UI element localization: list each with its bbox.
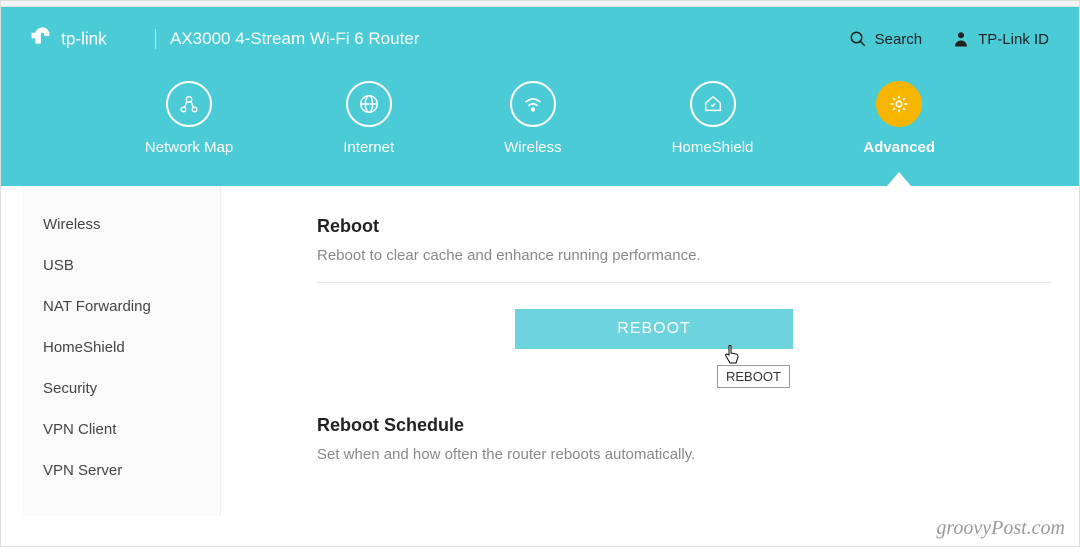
sidebar-item-wireless[interactable]: Wireless xyxy=(23,204,220,245)
network-map-icon xyxy=(166,81,212,127)
reboot-button[interactable]: REBOOT xyxy=(515,309,793,349)
sidebar-item-vpn-server[interactable]: VPN Server xyxy=(23,450,220,491)
divider xyxy=(317,282,1051,283)
sidebar-item-security[interactable]: Security xyxy=(23,368,220,409)
sidebar-item-vpn-client[interactable]: VPN Client xyxy=(23,409,220,450)
watermark: groovyPost.com xyxy=(936,517,1065,540)
tplink-logo: tp-link xyxy=(31,25,141,53)
homeshield-icon xyxy=(690,81,736,127)
nav-label: HomeShield xyxy=(672,139,754,156)
user-icon xyxy=(952,30,970,48)
nav-network-map[interactable]: Network Map xyxy=(145,81,233,156)
model-name: AX3000 4-Stream Wi-Fi 6 Router xyxy=(155,29,419,49)
gear-icon xyxy=(876,81,922,127)
nav-label: Advanced xyxy=(863,139,935,156)
svg-text:tp-link: tp-link xyxy=(61,29,107,48)
nav-internet[interactable]: Internet xyxy=(343,81,394,156)
page-header: tp-link AX3000 4-Stream Wi-Fi 6 Router S… xyxy=(1,7,1079,186)
header-top: tp-link AX3000 4-Stream Wi-Fi 6 Router S… xyxy=(31,25,1049,81)
schedule-desc: Set when and how often the router reboot… xyxy=(317,446,1051,463)
sidebar: Wireless USB NAT Forwarding HomeShield S… xyxy=(23,186,221,516)
nav-label: Network Map xyxy=(145,139,233,156)
sidebar-item-homeshield[interactable]: HomeShield xyxy=(23,327,220,368)
reboot-row: REBOOT REBOOT xyxy=(317,309,1051,349)
account-action[interactable]: TP-Link ID xyxy=(952,30,1049,48)
schedule-title: Reboot Schedule xyxy=(317,415,1051,436)
sidebar-item-nat[interactable]: NAT Forwarding xyxy=(23,286,220,327)
nav-label: Internet xyxy=(343,139,394,156)
main-nav: Network Map Internet Wireless HomeShield… xyxy=(31,81,1049,186)
wifi-icon xyxy=(510,81,556,127)
nav-label: Wireless xyxy=(504,139,562,156)
reboot-schedule-section: Reboot Schedule Set when and how often t… xyxy=(317,415,1051,463)
search-label: Search xyxy=(875,31,923,48)
nav-advanced[interactable]: Advanced xyxy=(863,81,935,156)
reboot-desc: Reboot to clear cache and enhance runnin… xyxy=(317,247,1051,264)
globe-icon xyxy=(346,81,392,127)
brand: tp-link AX3000 4-Stream Wi-Fi 6 Router xyxy=(31,25,419,53)
reboot-title: Reboot xyxy=(317,216,1051,237)
reboot-section: Reboot Reboot to clear cache and enhance… xyxy=(317,216,1051,349)
sidebar-item-usb[interactable]: USB xyxy=(23,245,220,286)
search-action[interactable]: Search xyxy=(849,30,923,48)
reboot-tooltip: REBOOT xyxy=(717,365,790,388)
header-actions: Search TP-Link ID xyxy=(849,30,1049,48)
main-content: Reboot Reboot to clear cache and enhance… xyxy=(221,186,1079,516)
account-label: TP-Link ID xyxy=(978,31,1049,48)
content-wrap: Wireless USB NAT Forwarding HomeShield S… xyxy=(1,186,1079,516)
nav-homeshield[interactable]: HomeShield xyxy=(672,81,754,156)
search-icon xyxy=(849,30,867,48)
nav-wireless[interactable]: Wireless xyxy=(504,81,562,156)
